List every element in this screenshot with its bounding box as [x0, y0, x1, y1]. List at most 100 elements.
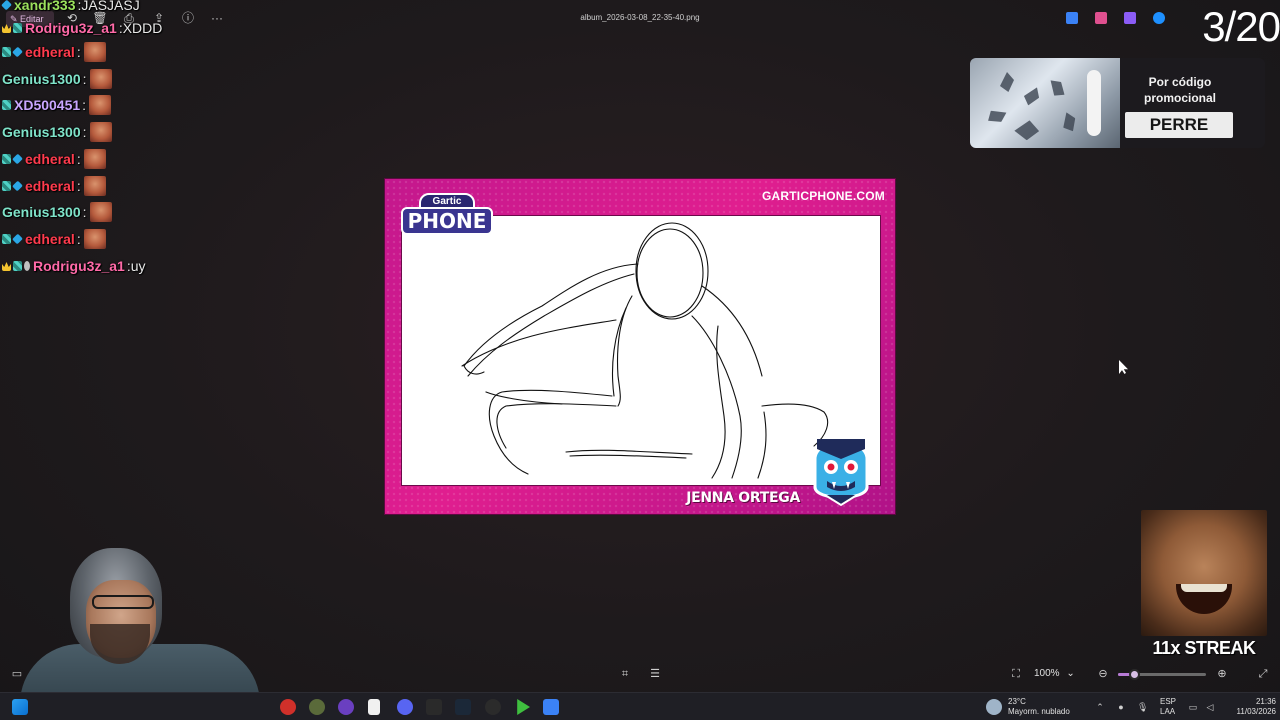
app-clipchamp-icon[interactable] — [1124, 12, 1136, 24]
promo-icon-strip — [1087, 70, 1101, 136]
weather-icon — [986, 699, 1002, 715]
viewer-bottom-bar: ▭ ⌗ ☰ ⛶ 100% ⌄ ⊖ ⊕ ⤢ — [0, 662, 1280, 686]
chat-username: Genius1300 — [2, 204, 81, 220]
ocr-icon[interactable]: ☰ — [648, 667, 662, 681]
zoom-slider-thumb[interactable] — [1129, 669, 1140, 680]
chat-overlay: xandr333: JASJASJ Rodrigu3z_a1: XDDD edh… — [0, 0, 260, 280]
chat-text: uy — [130, 258, 146, 274]
chevron-up-icon[interactable]: ⌃ — [1095, 702, 1105, 712]
zoom-level[interactable]: 100% ⌄ — [1034, 667, 1078, 681]
chat-username: edheral — [25, 44, 75, 60]
round-counter: 3/20 — [1202, 3, 1280, 50]
chat-message: Genius1300: — [2, 68, 112, 90]
brave-icon[interactable] — [280, 699, 296, 715]
cube-badge-icon — [12, 233, 23, 245]
grid-badge-icon — [2, 234, 11, 244]
chat-message: edheral: — [2, 228, 106, 250]
emote-icon — [83, 149, 106, 169]
chat-message: edheral: — [2, 175, 106, 197]
zoom-value: 100% — [1034, 668, 1060, 679]
chat-text: XDDD — [122, 20, 163, 36]
clock-date[interactable]: 11/03/2026 — [1222, 707, 1276, 716]
zoom-out-icon[interactable]: ⊖ — [1096, 667, 1110, 681]
chat-message: xandr333: JASJASJ — [1, 0, 140, 16]
app-icon[interactable] — [309, 699, 325, 715]
emote-icon — [89, 69, 112, 89]
chat-username: edheral — [25, 151, 75, 167]
chat-username: edheral — [25, 178, 75, 194]
chevron-down-icon: ⌄ — [1066, 668, 1075, 679]
clock-time[interactable]: 21:36 — [1244, 697, 1276, 706]
vampire-mascot-icon — [813, 439, 869, 507]
cube-badge-icon — [12, 153, 23, 165]
emote-icon — [83, 42, 106, 62]
app-copilot-icon[interactable] — [1095, 12, 1107, 24]
microphone-icon[interactable]: 🎙 — [1137, 702, 1148, 712]
weather-temp[interactable]: 23°C — [1008, 697, 1026, 706]
grid-badge-icon — [2, 100, 11, 110]
fit-screen-icon[interactable]: ⛶ — [1009, 667, 1023, 681]
chat-username: Rodrigu3z_a1 — [25, 20, 117, 36]
emote-icon — [89, 122, 112, 142]
taskbar: 23°C Mayorm. nublado ⌃ ● 🎙 ESP LAA ▭ ◁ 2… — [0, 692, 1280, 720]
grid-badge-icon — [2, 154, 11, 164]
fullscreen-icon[interactable]: ⤢ — [1256, 667, 1270, 681]
chat-message: Genius1300: — [2, 201, 112, 223]
obs-icon[interactable] — [338, 699, 354, 715]
gartic-card-image: GARTICPHONE.COM Gartic PHONE JENNA ORTEG… — [384, 178, 897, 516]
laughing-face-image — [1141, 510, 1267, 636]
grid-badge-icon — [2, 47, 11, 57]
promo-code: PERRE — [1125, 112, 1233, 138]
file-title: album_2026-03-08_22-35-40.png — [580, 13, 700, 22]
chat-text: JASJASJ — [81, 0, 140, 13]
tray-app-icon[interactable]: ● — [1116, 702, 1126, 712]
emote-icon — [89, 202, 112, 222]
discord-icon[interactable] — [397, 699, 413, 715]
cube-badge-icon — [12, 180, 23, 192]
grid-badge-icon — [2, 181, 11, 191]
network-icon[interactable]: ▭ — [1188, 702, 1198, 712]
chat-username: XD500451 — [14, 97, 81, 113]
emote-icon — [83, 176, 106, 196]
weather-desc[interactable]: Mayorm. nublado — [1008, 707, 1070, 716]
crown-badge-icon — [2, 24, 11, 33]
cube-badge-icon — [1, 0, 12, 11]
volume-icon[interactable]: ◁ — [1205, 702, 1215, 712]
gartic-phone-logo: Gartic PHONE — [397, 185, 497, 243]
chat-username: xandr333 — [14, 0, 76, 13]
play-icon[interactable] — [517, 699, 530, 715]
language-indicator[interactable]: ESP — [1160, 697, 1176, 706]
keyboard-layout[interactable]: LAA — [1160, 707, 1175, 716]
zoom-in-icon[interactable]: ⊕ — [1215, 667, 1229, 681]
streak-label: 11x STREAK — [1152, 638, 1256, 658]
chat-message: XD500451: — [2, 94, 112, 116]
mouse-badge-icon — [24, 261, 30, 271]
grid-badge-icon — [13, 261, 22, 271]
photos-icon[interactable] — [543, 699, 559, 715]
filmstrip-icon[interactable]: ▭ — [10, 667, 24, 681]
chat-message: edheral: — [2, 41, 106, 63]
chat-username: edheral — [25, 231, 75, 247]
scan-icon[interactable]: ⌗ — [618, 667, 632, 681]
steam-icon[interactable] — [455, 699, 471, 715]
promo-line-2: promocional — [1143, 91, 1216, 105]
promo-line-1: Por código — [1148, 75, 1212, 89]
promo-banner: Por código promocional PERRE — [970, 58, 1265, 148]
card-answer: JENNA ORTEGA — [686, 490, 800, 506]
crown-badge-icon — [2, 262, 11, 271]
emote-icon — [89, 95, 112, 115]
chat-message: Genius1300: — [2, 121, 112, 143]
chat-username: Genius1300 — [2, 124, 81, 140]
promo-text: Por código promocional — [1120, 74, 1240, 106]
terminal-icon[interactable] — [426, 699, 442, 715]
file-icon[interactable] — [368, 699, 380, 715]
app-pin-icon[interactable] — [1066, 12, 1078, 24]
grid-badge-icon — [13, 23, 22, 33]
chat-username: Genius1300 — [2, 71, 81, 87]
windows-start-icon[interactable] — [12, 699, 28, 715]
chrome-icon[interactable] — [485, 699, 501, 715]
cube-badge-icon — [12, 46, 23, 58]
chat-message: Rodrigu3z_a1: XDDD — [2, 17, 162, 39]
app-onedrive-icon[interactable] — [1153, 12, 1165, 24]
chat-message: Rodrigu3z_a1: uy — [2, 255, 146, 277]
